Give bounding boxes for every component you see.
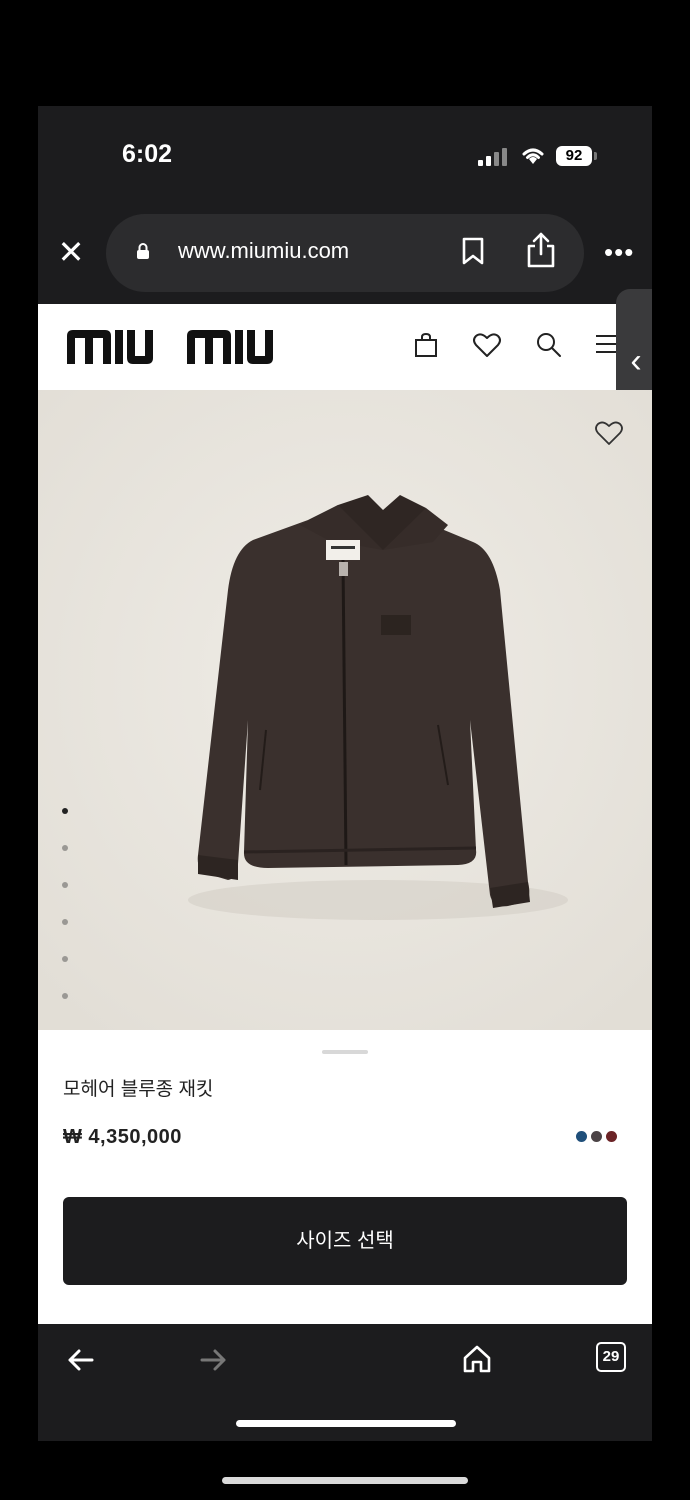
close-icon[interactable]: ✕ [56, 236, 86, 268]
outer-home-indicator [222, 1477, 468, 1484]
pagination-dot[interactable] [62, 882, 68, 888]
select-size-button[interactable]: 사이즈 선택 [63, 1197, 627, 1285]
tabs-count-icon[interactable]: 29 [596, 1342, 626, 1372]
home-icon[interactable] [462, 1344, 492, 1374]
product-price: ₩ 4,350,000 [63, 1126, 182, 1148]
forward-arrow-icon[interactable] [200, 1348, 228, 1372]
url-text: www.miumiu.com [178, 238, 350, 263]
search-icon[interactable] [536, 332, 562, 358]
miu-miu-logo[interactable] [65, 324, 293, 368]
menu-icon[interactable] [596, 332, 618, 356]
wishlist-heart-icon[interactable] [594, 420, 624, 446]
address-bar[interactable]: www.miumiu.com [106, 214, 584, 292]
color-swatch[interactable] [606, 1131, 617, 1142]
share-icon[interactable] [524, 230, 558, 270]
site-header [38, 304, 652, 390]
battery-tip [594, 152, 597, 160]
pagination-dot[interactable] [62, 993, 68, 999]
pagination-dot[interactable] [62, 845, 68, 851]
phone-screen: 6:02 92 ✕ www.miumiu.com ••• ‹ 모헤어 블루종 재… [38, 106, 652, 1441]
wifi-icon [522, 148, 544, 164]
home-indicator [236, 1420, 456, 1427]
back-arrow-icon[interactable] [66, 1348, 94, 1372]
color-swatch[interactable] [576, 1131, 587, 1142]
heart-icon[interactable] [472, 332, 502, 358]
jacket-photo [38, 390, 652, 1030]
status-time: 6:02 [122, 140, 173, 168]
color-swatch[interactable] [591, 1131, 602, 1142]
shopping-bag-icon[interactable] [414, 332, 438, 358]
product-name: 모헤어 블루종 재킷 [63, 1079, 214, 1100]
product-info: 모헤어 블루종 재킷 ₩ 4,350,000 사이즈 선택 [38, 1030, 652, 1324]
pagination-dot[interactable] [62, 956, 68, 962]
more-options-icon[interactable]: ••• [604, 239, 634, 265]
battery-icon: 92 [556, 146, 592, 166]
lock-icon [137, 243, 149, 259]
cellular-signal-icon [478, 146, 508, 166]
pagination-dot[interactable] [62, 919, 68, 925]
browser-toolbar: 29 [38, 1324, 652, 1441]
sheet-handle[interactable] [322, 1050, 368, 1054]
status-bar: 6:02 92 [38, 106, 652, 206]
color-swatches[interactable] [572, 1129, 617, 1147]
bookmark-icon[interactable] [460, 236, 486, 266]
product-image[interactable] [38, 390, 652, 1030]
pagination-dot[interactable] [62, 808, 68, 814]
